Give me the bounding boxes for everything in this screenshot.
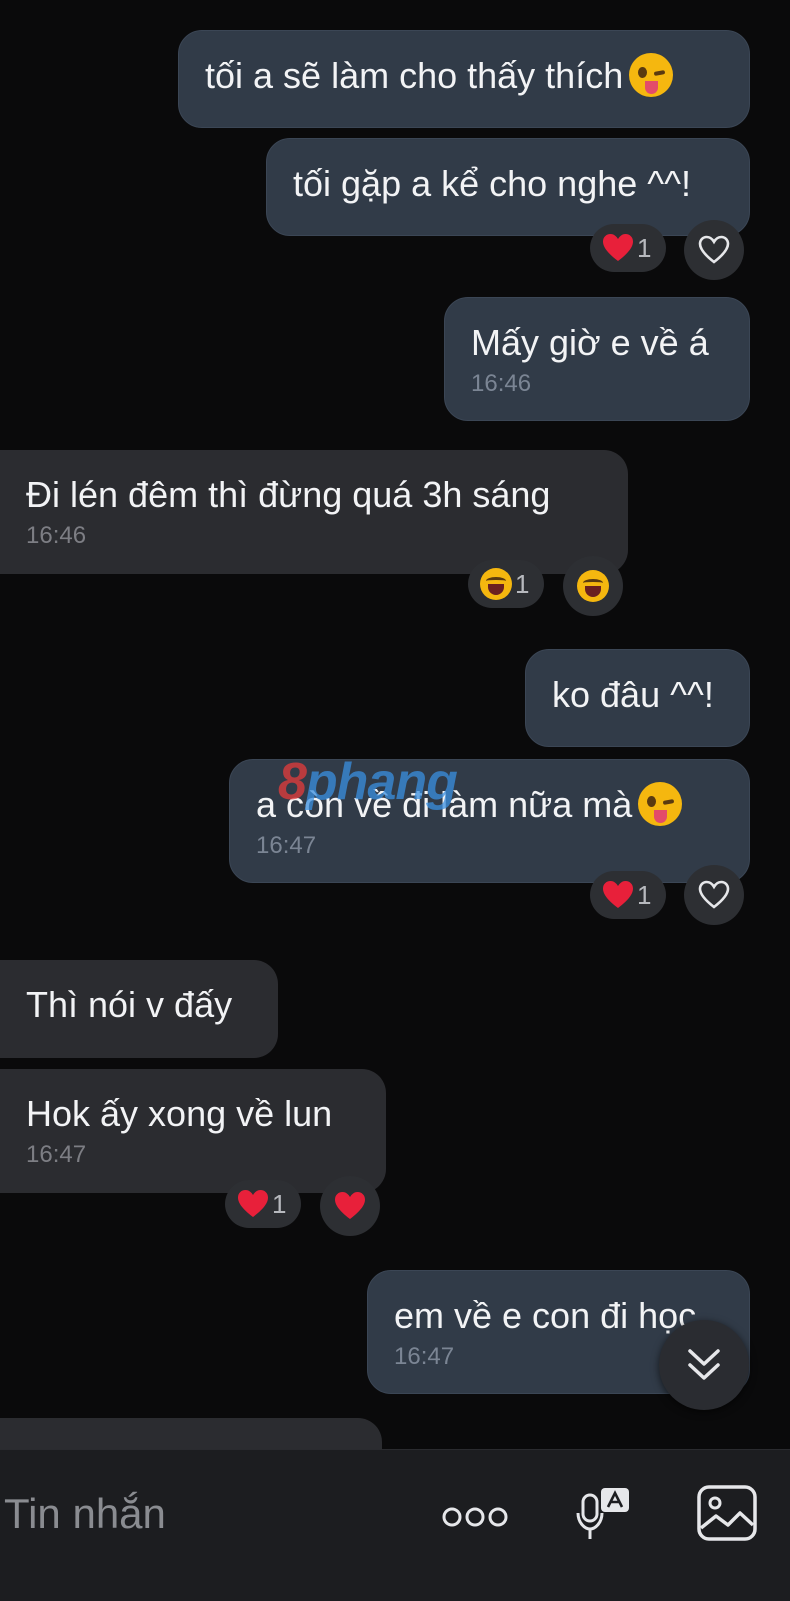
reaction-count: 1 [637,879,652,910]
more-options-button[interactable] [440,1490,510,1544]
more-dots-icon [442,1507,508,1527]
double-chevron-down-icon [688,1349,720,1380]
message-bubble-incoming[interactable]: Thì nói v đấy [0,960,278,1058]
message-text: Đi lén đêm thì đừng quá 3h sáng [26,474,551,515]
heart-icon [335,1192,365,1219]
winking-face-tongue-icon [638,782,683,827]
message-text: tối gặp a kể cho nghe ^^! [293,163,692,204]
chat-scroll-area[interactable]: tối a sẽ làm cho thấy thích tối gặp a kể… [0,0,790,1449]
message-input[interactable]: Tin nhắn [4,1490,166,1538]
message-timestamp: 16:46 [471,370,532,397]
message-bubble-incoming[interactable]: Đi lén đêm thì đừng quá 3h sáng 16:46 [0,450,628,574]
scroll-to-bottom-button[interactable] [659,1320,749,1410]
react-button[interactable] [684,865,744,925]
react-button[interactable] [320,1176,380,1236]
heart-icon [603,234,633,261]
laughing-face-icon [577,570,609,602]
message-timestamp: 16:47 [26,1141,87,1168]
message-bubble-incoming[interactable]: Hok ấy xong về lun 16:47 [0,1069,386,1193]
message-bubble-incoming[interactable] [0,1418,382,1449]
reaction-summary[interactable]: 1 [590,224,666,272]
react-button[interactable] [684,220,744,280]
microphone-text-icon [576,1488,629,1539]
message-bubble-outgoing[interactable]: tối gặp a kể cho nghe ^^! [266,138,750,236]
message-bubble-outgoing[interactable]: ko đâu ^^! [525,649,750,747]
reaction-count: 1 [637,232,652,263]
heart-outline-icon [698,880,730,909]
message-composer: Tin nhắn [0,1449,790,1601]
message-timestamp: 16:46 [26,522,87,549]
message-bubble-outgoing[interactable]: a còn về đi làm nữa mà 16:47 [229,759,750,883]
heart-icon [238,1190,268,1217]
message-text: tối a sẽ làm cho thấy thích [205,53,723,99]
reaction-count: 1 [272,1188,287,1219]
message-text: Mấy giờ e về á [471,322,709,363]
reaction-count: 1 [515,568,530,599]
message-timestamp: 16:47 [256,832,317,859]
message-text: a còn về đi làm nữa mà [256,782,723,828]
reaction-summary[interactable]: 1 [225,1180,301,1228]
laughing-face-icon [480,568,512,600]
message-bubble-outgoing[interactable]: tối a sẽ làm cho thấy thích [178,30,750,128]
reaction-summary[interactable]: 1 [590,871,666,919]
react-button[interactable] [563,556,623,616]
image-icon [697,1485,757,1541]
heart-outline-icon [698,235,730,264]
voice-to-text-button[interactable] [572,1482,636,1546]
message-text: Thì nói v đấy [26,984,233,1025]
heart-icon [603,881,633,908]
reaction-summary[interactable]: 1 [468,560,544,608]
winking-face-tongue-icon [629,53,674,98]
message-text: ko đâu ^^! [552,674,714,715]
message-bubble-outgoing[interactable]: Mấy giờ e về á 16:46 [444,297,750,421]
message-text: Hok ấy xong về lun [26,1093,333,1134]
image-picker-button[interactable] [694,1480,760,1546]
